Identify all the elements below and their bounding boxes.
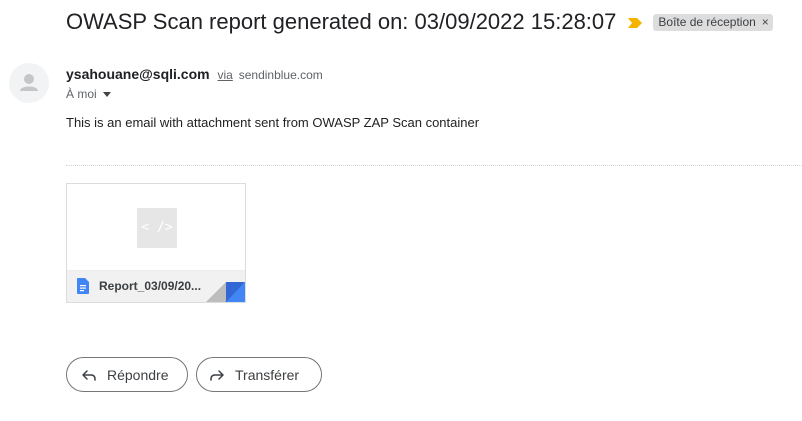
reply-button[interactable]: Répondre bbox=[66, 357, 188, 392]
email-view: OWASP Scan report generated on: 03/09/20… bbox=[0, 0, 802, 421]
attachment-filename: Report_03/09/20... bbox=[99, 279, 202, 293]
sender-avatar[interactable] bbox=[9, 63, 49, 103]
inbox-label-chip[interactable]: Boîte de réception × bbox=[653, 13, 773, 31]
chevron-down-icon bbox=[102, 91, 111, 97]
attachment-preview: < /> bbox=[67, 184, 245, 271]
corner-fold-icon bbox=[206, 282, 245, 302]
forward-label: Transférer bbox=[235, 366, 300, 383]
sender-row: ysahouane@sqli.com via sendinblue.com bbox=[66, 65, 323, 84]
code-file-icon: < /> bbox=[137, 208, 177, 248]
forward-icon bbox=[210, 369, 224, 381]
inbox-label-text: Boîte de réception bbox=[658, 15, 756, 29]
email-subject: OWASP Scan report generated on: 03/09/20… bbox=[66, 9, 617, 34]
via-link[interactable]: via bbox=[217, 68, 232, 82]
reply-icon bbox=[82, 369, 96, 381]
person-icon bbox=[20, 74, 38, 91]
forward-button[interactable]: Transférer bbox=[196, 357, 322, 392]
recipient-details-toggle[interactable]: À moi bbox=[66, 86, 111, 102]
subject-row: OWASP Scan report generated on: 03/09/20… bbox=[66, 6, 773, 38]
importance-marker-icon[interactable] bbox=[628, 18, 643, 28]
attachments-divider bbox=[66, 165, 802, 166]
email-body: This is an email with attachment sent fr… bbox=[66, 115, 480, 130]
document-icon bbox=[77, 278, 89, 294]
via-domain: sendinblue.com bbox=[238, 68, 323, 82]
reply-label: Répondre bbox=[107, 366, 169, 383]
remove-label-icon[interactable]: × bbox=[762, 16, 769, 28]
recipient-label: À moi bbox=[66, 87, 97, 101]
sender-email[interactable]: ysahouane@sqli.com bbox=[66, 66, 210, 82]
attachment-card[interactable]: < /> Report_03/09/20... bbox=[66, 183, 246, 303]
